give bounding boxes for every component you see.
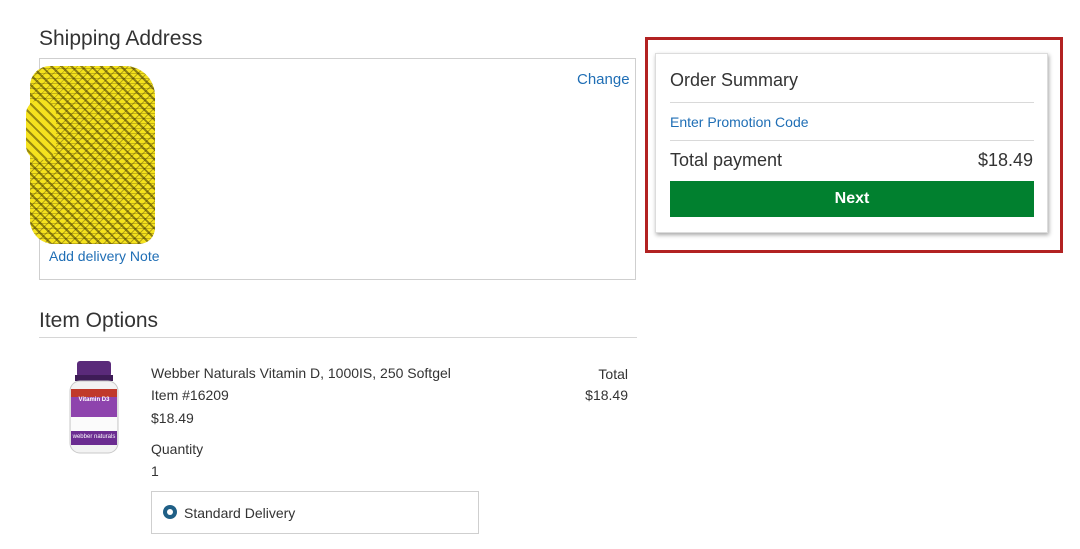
product-image-brand: webber naturals [72,434,116,440]
order-summary-divider-1 [670,102,1034,103]
next-button[interactable]: Next [670,181,1034,217]
item-options-title: Item Options [39,309,159,332]
redacted-address-edge [26,100,56,160]
item-total-value: $18.49 [585,387,628,403]
product-image [66,361,122,457]
item-number: Item #16209 [151,387,229,403]
standard-delivery-radio[interactable] [163,505,177,519]
product-image-label: Vitamin D3 [78,397,110,403]
add-delivery-note-link[interactable]: Add delivery Note [49,248,160,264]
standard-delivery-label[interactable]: Standard Delivery [184,505,295,521]
item-total-label: Total [598,366,628,382]
change-address-link[interactable]: Change [577,71,630,88]
enter-promotion-code-link[interactable]: Enter Promotion Code [670,114,809,130]
vitamin-bottle-icon [69,361,119,454]
total-payment-label: Total payment [670,150,783,170]
order-summary-divider-2 [670,140,1034,141]
quantity-label: Quantity [151,441,204,457]
order-summary-title: Order Summary [670,70,799,90]
quantity-value: 1 [151,463,159,479]
shipping-address-title: Shipping Address [39,27,203,50]
item-name: Webber Naturals Vitamin D, 1000IS, 250 S… [151,365,451,381]
item-options-divider [39,337,637,338]
total-payment-value: $18.49 [977,150,1033,170]
item-price: $18.49 [151,410,194,426]
